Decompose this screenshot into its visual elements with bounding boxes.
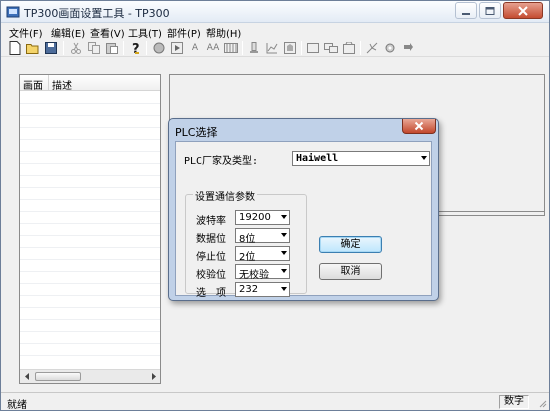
download-arrow-icon[interactable]	[400, 40, 416, 56]
save-icon[interactable]	[43, 40, 59, 56]
paste-icon[interactable]	[104, 40, 120, 56]
menu-view[interactable]: 查看(V)	[90, 25, 125, 40]
toolbar-separator	[123, 41, 124, 55]
maximize-button[interactable]	[479, 2, 501, 19]
dropdown-arrow-icon	[281, 269, 287, 273]
menu-file[interactable]: 文件(F)	[9, 25, 43, 40]
settings-gear-icon[interactable]	[382, 40, 398, 56]
dropdown-arrow-icon	[281, 251, 287, 255]
resize-grip-icon[interactable]	[537, 398, 547, 408]
overlap-icon[interactable]	[323, 40, 339, 56]
window-title: TP300画面设置工具 - TP300	[24, 7, 170, 20]
status-num-indicator: 数字	[499, 395, 529, 409]
option-label: 选 项	[196, 288, 226, 299]
status-ready-text: 就绪	[7, 400, 27, 411]
grid-icon[interactable]	[223, 40, 239, 56]
scroll-left-button[interactable]	[21, 371, 33, 382]
text-aa-label: AA	[206, 43, 220, 53]
plc-type-value: Haiwell	[296, 153, 339, 164]
dropdown-arrow-icon	[281, 287, 287, 291]
stop-bits-value: 2位	[239, 252, 256, 263]
toolbar-separator	[242, 41, 243, 55]
menu-edit[interactable]: 编辑(E)	[51, 25, 85, 40]
minimize-button[interactable]	[455, 2, 477, 19]
scroll-right-button[interactable]	[147, 371, 159, 382]
group-title: 设置通信参数	[193, 188, 257, 203]
toolbar: ? A AA	[1, 39, 549, 57]
text-a-icon[interactable]: A	[187, 40, 203, 56]
parity-value: 无校验	[239, 270, 269, 281]
menu-help[interactable]: 帮助(H)	[206, 25, 241, 40]
baud-rate-select[interactable]: 19200	[235, 210, 290, 225]
help-icon[interactable]: ?	[128, 40, 144, 56]
arrow-right-icon	[151, 373, 156, 380]
menu-parts[interactable]: 部件(P)	[167, 25, 201, 40]
screen-list-rows[interactable]	[20, 92, 160, 367]
dialog-title[interactable]: PLC选择	[175, 124, 217, 140]
baud-rate-label: 波特率	[196, 216, 226, 227]
alarm-icon[interactable]	[282, 40, 298, 56]
toolbar-separator	[63, 41, 64, 55]
plc-select-dialog: PLC选择 PLC厂家及类型: Haiwell 设置通信参数 波特率 19200…	[168, 118, 439, 301]
plc-type-select[interactable]: Haiwell	[292, 151, 430, 166]
bitmap-icon[interactable]	[341, 40, 357, 56]
dropdown-arrow-icon	[281, 215, 287, 219]
rectangle-icon[interactable]	[305, 40, 321, 56]
new-file-icon[interactable]	[7, 40, 23, 56]
stop-bits-select[interactable]: 2位	[235, 246, 290, 263]
screen-list-panel[interactable]: 画面 描述	[19, 74, 161, 384]
parity-select[interactable]: 无校验	[235, 264, 290, 281]
close-button[interactable]	[503, 2, 543, 19]
ok-button[interactable]: 确定	[319, 236, 382, 253]
option-value: 232	[239, 284, 259, 295]
close-icon	[414, 121, 424, 131]
text-aa-icon[interactable]: AA	[204, 40, 222, 56]
plc-type-label: PLC厂家及类型:	[184, 156, 259, 167]
baud-rate-value: 19200	[239, 212, 271, 223]
arrow-left-icon	[24, 373, 29, 380]
window-controls	[455, 2, 543, 20]
menu-bar: 文件(F) 编辑(E) 查看(V) 工具(T) 部件(P) 帮助(H)	[1, 23, 549, 40]
maximize-icon	[485, 6, 495, 15]
status-bar: 就绪 数字	[1, 392, 549, 411]
comm-params-group: 设置通信参数 波特率 19200 数据位 8位 停止位 2位 校验位 无校验 选	[185, 188, 307, 299]
screen-list-header: 画面 描述	[20, 75, 160, 92]
copy-icon[interactable]	[86, 40, 102, 56]
open-folder-icon[interactable]	[25, 40, 41, 56]
column-header-description[interactable]: 描述	[52, 77, 72, 92]
toolbar-separator	[146, 41, 147, 55]
menu-tools[interactable]: 工具(T)	[128, 25, 162, 40]
stop-bits-label: 停止位	[196, 252, 226, 263]
dropdown-arrow-icon	[421, 156, 427, 160]
scrollbar-thumb[interactable]	[35, 372, 81, 381]
toolbar-separator	[301, 41, 302, 55]
app-icon	[6, 6, 20, 18]
recipe-icon[interactable]	[364, 40, 380, 56]
column-divider[interactable]	[48, 75, 49, 91]
parity-label: 校验位	[196, 270, 226, 281]
cancel-button[interactable]: 取消	[319, 263, 382, 280]
circle-icon[interactable]	[151, 40, 167, 56]
cut-icon[interactable]	[68, 40, 84, 56]
column-header-screen[interactable]: 画面	[23, 77, 43, 92]
play-icon[interactable]	[169, 40, 185, 56]
dialog-body: PLC厂家及类型: Haiwell 设置通信参数 波特率 19200 数据位 8…	[175, 141, 432, 299]
data-bits-value: 8位	[239, 234, 256, 245]
dialog-close-button[interactable]	[402, 119, 436, 134]
close-icon	[518, 5, 528, 16]
data-bits-label: 数据位	[196, 234, 226, 245]
title-bar[interactable]: TP300画面设置工具 - TP300	[1, 1, 549, 23]
minimize-icon	[462, 12, 470, 15]
dropdown-arrow-icon	[281, 233, 287, 237]
data-bits-select[interactable]: 8位	[235, 228, 290, 245]
option-select[interactable]: 232	[235, 282, 290, 297]
horizontal-scrollbar[interactable]	[20, 369, 160, 383]
toolbar-separator	[360, 41, 361, 55]
trend-chart-icon[interactable]	[264, 40, 280, 56]
text-a-label: A	[191, 43, 199, 53]
meter-icon[interactable]	[246, 40, 262, 56]
